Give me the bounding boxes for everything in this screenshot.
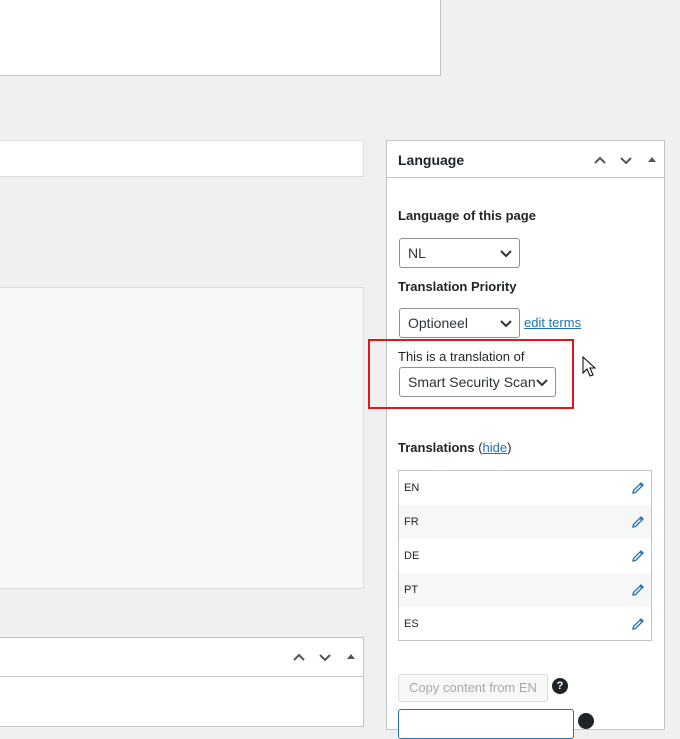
help-icon[interactable] [578,713,594,729]
pencil-icon[interactable] [630,582,646,598]
table-row: EN [399,471,651,505]
chevron-down-icon[interactable] [316,648,334,666]
edit-terms-link[interactable]: edit terms [524,315,581,330]
chevron-up-icon[interactable] [591,151,609,169]
chevron-down-icon[interactable] [617,151,635,169]
pencil-icon[interactable] [630,514,646,530]
copy-content-button[interactable]: Copy content from EN [398,674,548,702]
table-row: ES [399,607,651,641]
chevron-up-icon[interactable] [290,648,308,666]
table-row: DE [399,539,651,573]
mouse-cursor-icon [582,356,597,377]
triangle-up-icon[interactable] [643,151,661,169]
pencil-icon[interactable] [630,548,646,564]
bottom-metabox-header [0,638,363,677]
language-select[interactable]: NL [399,238,520,268]
language-code: ES [404,618,419,630]
chevron-down-icon [500,320,512,328]
chevron-down-icon [500,250,512,258]
editor-area[interactable] [0,287,364,589]
title-input[interactable] [0,140,364,177]
language-code: DE [404,550,420,562]
secondary-button[interactable] [398,709,574,739]
translations-hide-wrapper: (hide) [478,440,512,455]
language-select-value: NL [408,245,426,261]
pencil-icon[interactable] [630,616,646,632]
priority-select[interactable]: Optioneel [399,308,520,338]
triangle-up-icon[interactable] [342,648,360,666]
language-code: EN [404,482,420,494]
language-metabox-header: Language [387,141,664,178]
priority-select-value: Optioneel [408,315,468,331]
language-code: FR [404,516,419,528]
metabox-title: Language [398,152,465,168]
translations-table: EN FR DE PT ES [398,470,652,641]
translations-label: Translations [398,440,475,455]
highlight-box [368,339,574,409]
table-row: PT [399,573,651,607]
table-row: FR [399,505,651,539]
help-icon[interactable]: ? [552,678,568,694]
language-label: Language of this page [398,208,536,223]
language-code: PT [404,584,419,596]
language-metabox: Language Language of this page NL Transl… [386,140,665,739]
pencil-icon[interactable] [630,480,646,496]
bottom-metabox [0,637,364,727]
top-panel [0,0,441,76]
priority-label: Translation Priority [398,279,517,294]
translations-heading: Translations (hide) [398,440,511,455]
hide-link[interactable]: hide [483,440,508,455]
